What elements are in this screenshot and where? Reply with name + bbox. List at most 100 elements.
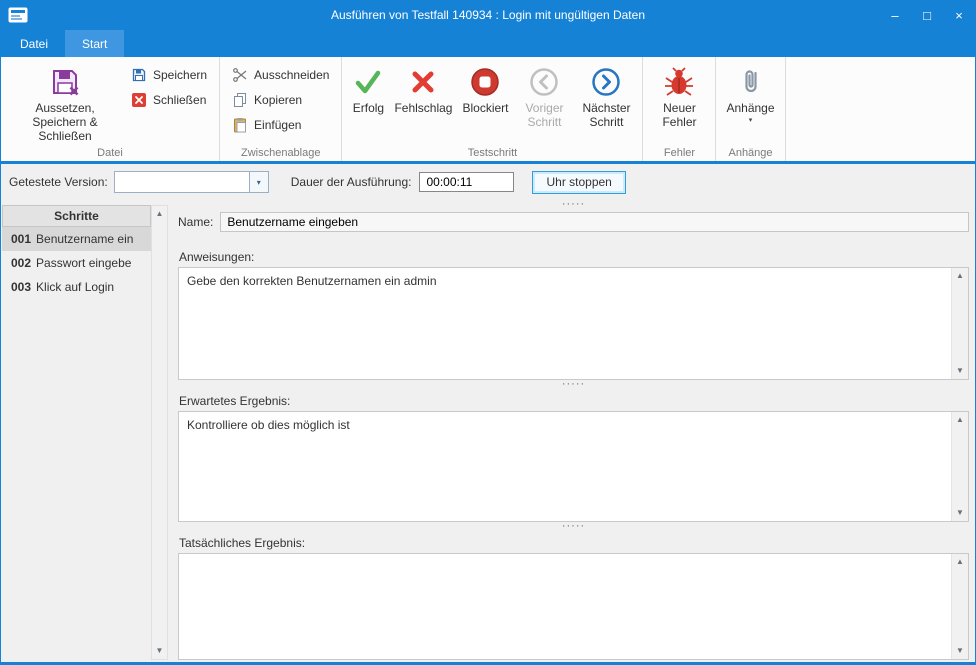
group-label-attachments: Anhänge: [716, 147, 784, 159]
tab-datei[interactable]: Datei: [3, 30, 65, 57]
close-icon[interactable]: ×: [943, 0, 975, 30]
actual-result-textarea[interactable]: [179, 554, 951, 659]
copy-icon: [232, 92, 248, 108]
duration-input[interactable]: [419, 172, 514, 192]
blocked-button[interactable]: Blockiert: [457, 62, 513, 119]
actual-scrollbar[interactable]: ▲ ▼: [951, 554, 968, 659]
fail-button[interactable]: Fehlschlag: [389, 62, 457, 119]
combo-dropdown-icon[interactable]: ▾: [249, 172, 268, 192]
new-error-button[interactable]: Neuer Fehler: [648, 62, 710, 133]
scroll-up-icon[interactable]: ▲: [956, 268, 964, 284]
tested-version-label: Getestete Version:: [9, 175, 108, 189]
ribbon: Aussetzen, Speichern & Schließen Speiche…: [1, 57, 975, 161]
next-step-button[interactable]: Nächster Schritt: [575, 62, 637, 133]
suspend-save-close-label: Aussetzen, Speichern & Schließen: [11, 101, 119, 143]
step-item-003[interactable]: 003 Klick auf Login: [2, 275, 151, 299]
paste-label: Einfügen: [254, 118, 301, 132]
blocked-label: Blockiert: [462, 101, 508, 115]
scroll-up-icon[interactable]: ▲: [956, 554, 964, 570]
group-label-teststep: Testschritt: [342, 147, 642, 159]
duration-label: Dauer der Ausführung:: [291, 175, 412, 189]
red-x-icon: [407, 66, 439, 98]
minimize-icon[interactable]: –: [879, 0, 911, 30]
step-number: 002: [11, 256, 31, 270]
splitter-handle-top[interactable]: ·····: [178, 200, 969, 211]
step-label: Passwort eingebe: [36, 256, 131, 270]
previous-step-button[interactable]: Voriger Schritt: [513, 62, 575, 133]
cut-label: Ausschneiden: [254, 68, 329, 82]
previous-step-label: Voriger Schritt: [518, 101, 570, 129]
paste-button[interactable]: Einfügen: [225, 112, 336, 137]
next-step-label: Nächster Schritt: [580, 101, 632, 129]
copy-button[interactable]: Kopieren: [225, 87, 336, 112]
attachments-dropdown-caret[interactable]: ▾: [749, 117, 753, 125]
expected-result-textarea[interactable]: Kontrolliere ob dies möglich ist: [179, 412, 951, 521]
save-icon: [131, 67, 147, 83]
name-label: Name:: [178, 215, 213, 229]
scroll-down-icon[interactable]: ▼: [156, 643, 164, 659]
tab-start[interactable]: Start: [65, 30, 124, 57]
clipboard-buttons: Ausschneiden Kopieren Einfügen: [225, 62, 336, 137]
suspend-save-close-button[interactable]: Aussetzen, Speichern & Schließen: [6, 62, 124, 147]
step-number: 001: [11, 232, 31, 246]
ribbon-group-clipboard: Ausschneiden Kopieren Einfügen Zwischena…: [220, 57, 342, 161]
app-icon: [8, 7, 28, 23]
scissors-icon: [232, 67, 248, 83]
new-error-label: Neuer Fehler: [653, 101, 705, 129]
actual-result-field: ▲ ▼: [178, 553, 969, 660]
cut-button[interactable]: Ausschneiden: [225, 62, 336, 87]
step-item-002[interactable]: 002 Passwort eingebe: [2, 251, 151, 275]
suspend-save-icon: [49, 66, 81, 98]
splitter-handle-bottom[interactable]: ·····: [178, 522, 969, 533]
pass-button[interactable]: Erfolg: [347, 62, 389, 119]
expected-result-label: Erwartetes Ergebnis:: [179, 394, 969, 408]
window-title: Ausführen von Testfall 140934 : Login mi…: [1, 8, 975, 22]
ribbon-group-teststep: Erfolg Fehlschlag Blockiert Voriger Schr…: [342, 57, 643, 161]
expected-scrollbar[interactable]: ▲ ▼: [951, 412, 968, 521]
group-label-datei: Datei: [1, 147, 219, 159]
bug-icon: [663, 66, 695, 98]
splitter-handle-middle[interactable]: ·····: [178, 380, 969, 391]
checkmark-icon: [352, 66, 384, 98]
step-detail-form: ····· Name: Anweisungen: Gebe den korrek…: [178, 200, 969, 660]
instructions-textarea[interactable]: Gebe den korrekten Benutzernamen ein adm…: [179, 268, 951, 379]
window-controls: – □ ×: [879, 0, 975, 30]
save-button[interactable]: Speichern: [124, 62, 214, 87]
steps-scrollbar[interactable]: ▲ ▼: [151, 205, 168, 660]
titlebar: Ausführen von Testfall 140934 : Login mi…: [1, 0, 975, 30]
ribbon-group-attachments: Anhänge ▾ Anhänge: [716, 57, 785, 161]
maximize-icon[interactable]: □: [911, 0, 943, 30]
step-number: 003: [11, 280, 31, 294]
expected-result-field: Kontrolliere ob dies möglich ist ▲ ▼: [178, 411, 969, 522]
group-label-clipboard: Zwischenablage: [220, 147, 341, 159]
stop-circle-icon: [469, 66, 501, 98]
instructions-scrollbar[interactable]: ▲ ▼: [951, 268, 968, 379]
scroll-up-icon[interactable]: ▲: [156, 206, 164, 222]
step-item-001[interactable]: 001 Benutzername ein: [2, 227, 151, 251]
save-label: Speichern: [153, 68, 207, 82]
ribbon-tab-row: Datei Start: [1, 30, 975, 57]
close-red-icon: [131, 92, 147, 108]
steps-header: Schritte: [2, 205, 151, 227]
scroll-up-icon[interactable]: ▲: [956, 412, 964, 428]
fail-label: Fehlschlag: [394, 101, 452, 115]
toolbar-row: Getestete Version: ▾ Dauer der Ausführun…: [1, 164, 975, 200]
instructions-field: Gebe den korrekten Benutzernamen ein adm…: [178, 267, 969, 380]
group-label-error: Fehler: [643, 147, 715, 159]
stop-clock-button[interactable]: Uhr stoppen: [532, 171, 625, 194]
tested-version-combo[interactable]: ▾: [114, 171, 269, 193]
close-button[interactable]: Schließen: [124, 87, 214, 112]
instructions-label: Anweisungen:: [179, 250, 969, 264]
paste-icon: [232, 117, 248, 133]
paperclip-icon: [735, 66, 767, 98]
scroll-down-icon[interactable]: ▼: [956, 505, 964, 521]
attachments-button[interactable]: Anhänge ▾: [721, 62, 779, 129]
steps-panel: Schritte 001 Benutzername ein 002 Passwo…: [2, 205, 168, 660]
scroll-down-icon[interactable]: ▼: [956, 363, 964, 379]
ribbon-group-error: Neuer Fehler Fehler: [643, 57, 716, 161]
app-window: Ausführen von Testfall 140934 : Login mi…: [0, 0, 976, 665]
ribbon-filler: [786, 57, 975, 161]
scroll-down-icon[interactable]: ▼: [956, 643, 964, 659]
name-input[interactable]: [220, 212, 969, 232]
pass-label: Erfolg: [353, 101, 384, 115]
